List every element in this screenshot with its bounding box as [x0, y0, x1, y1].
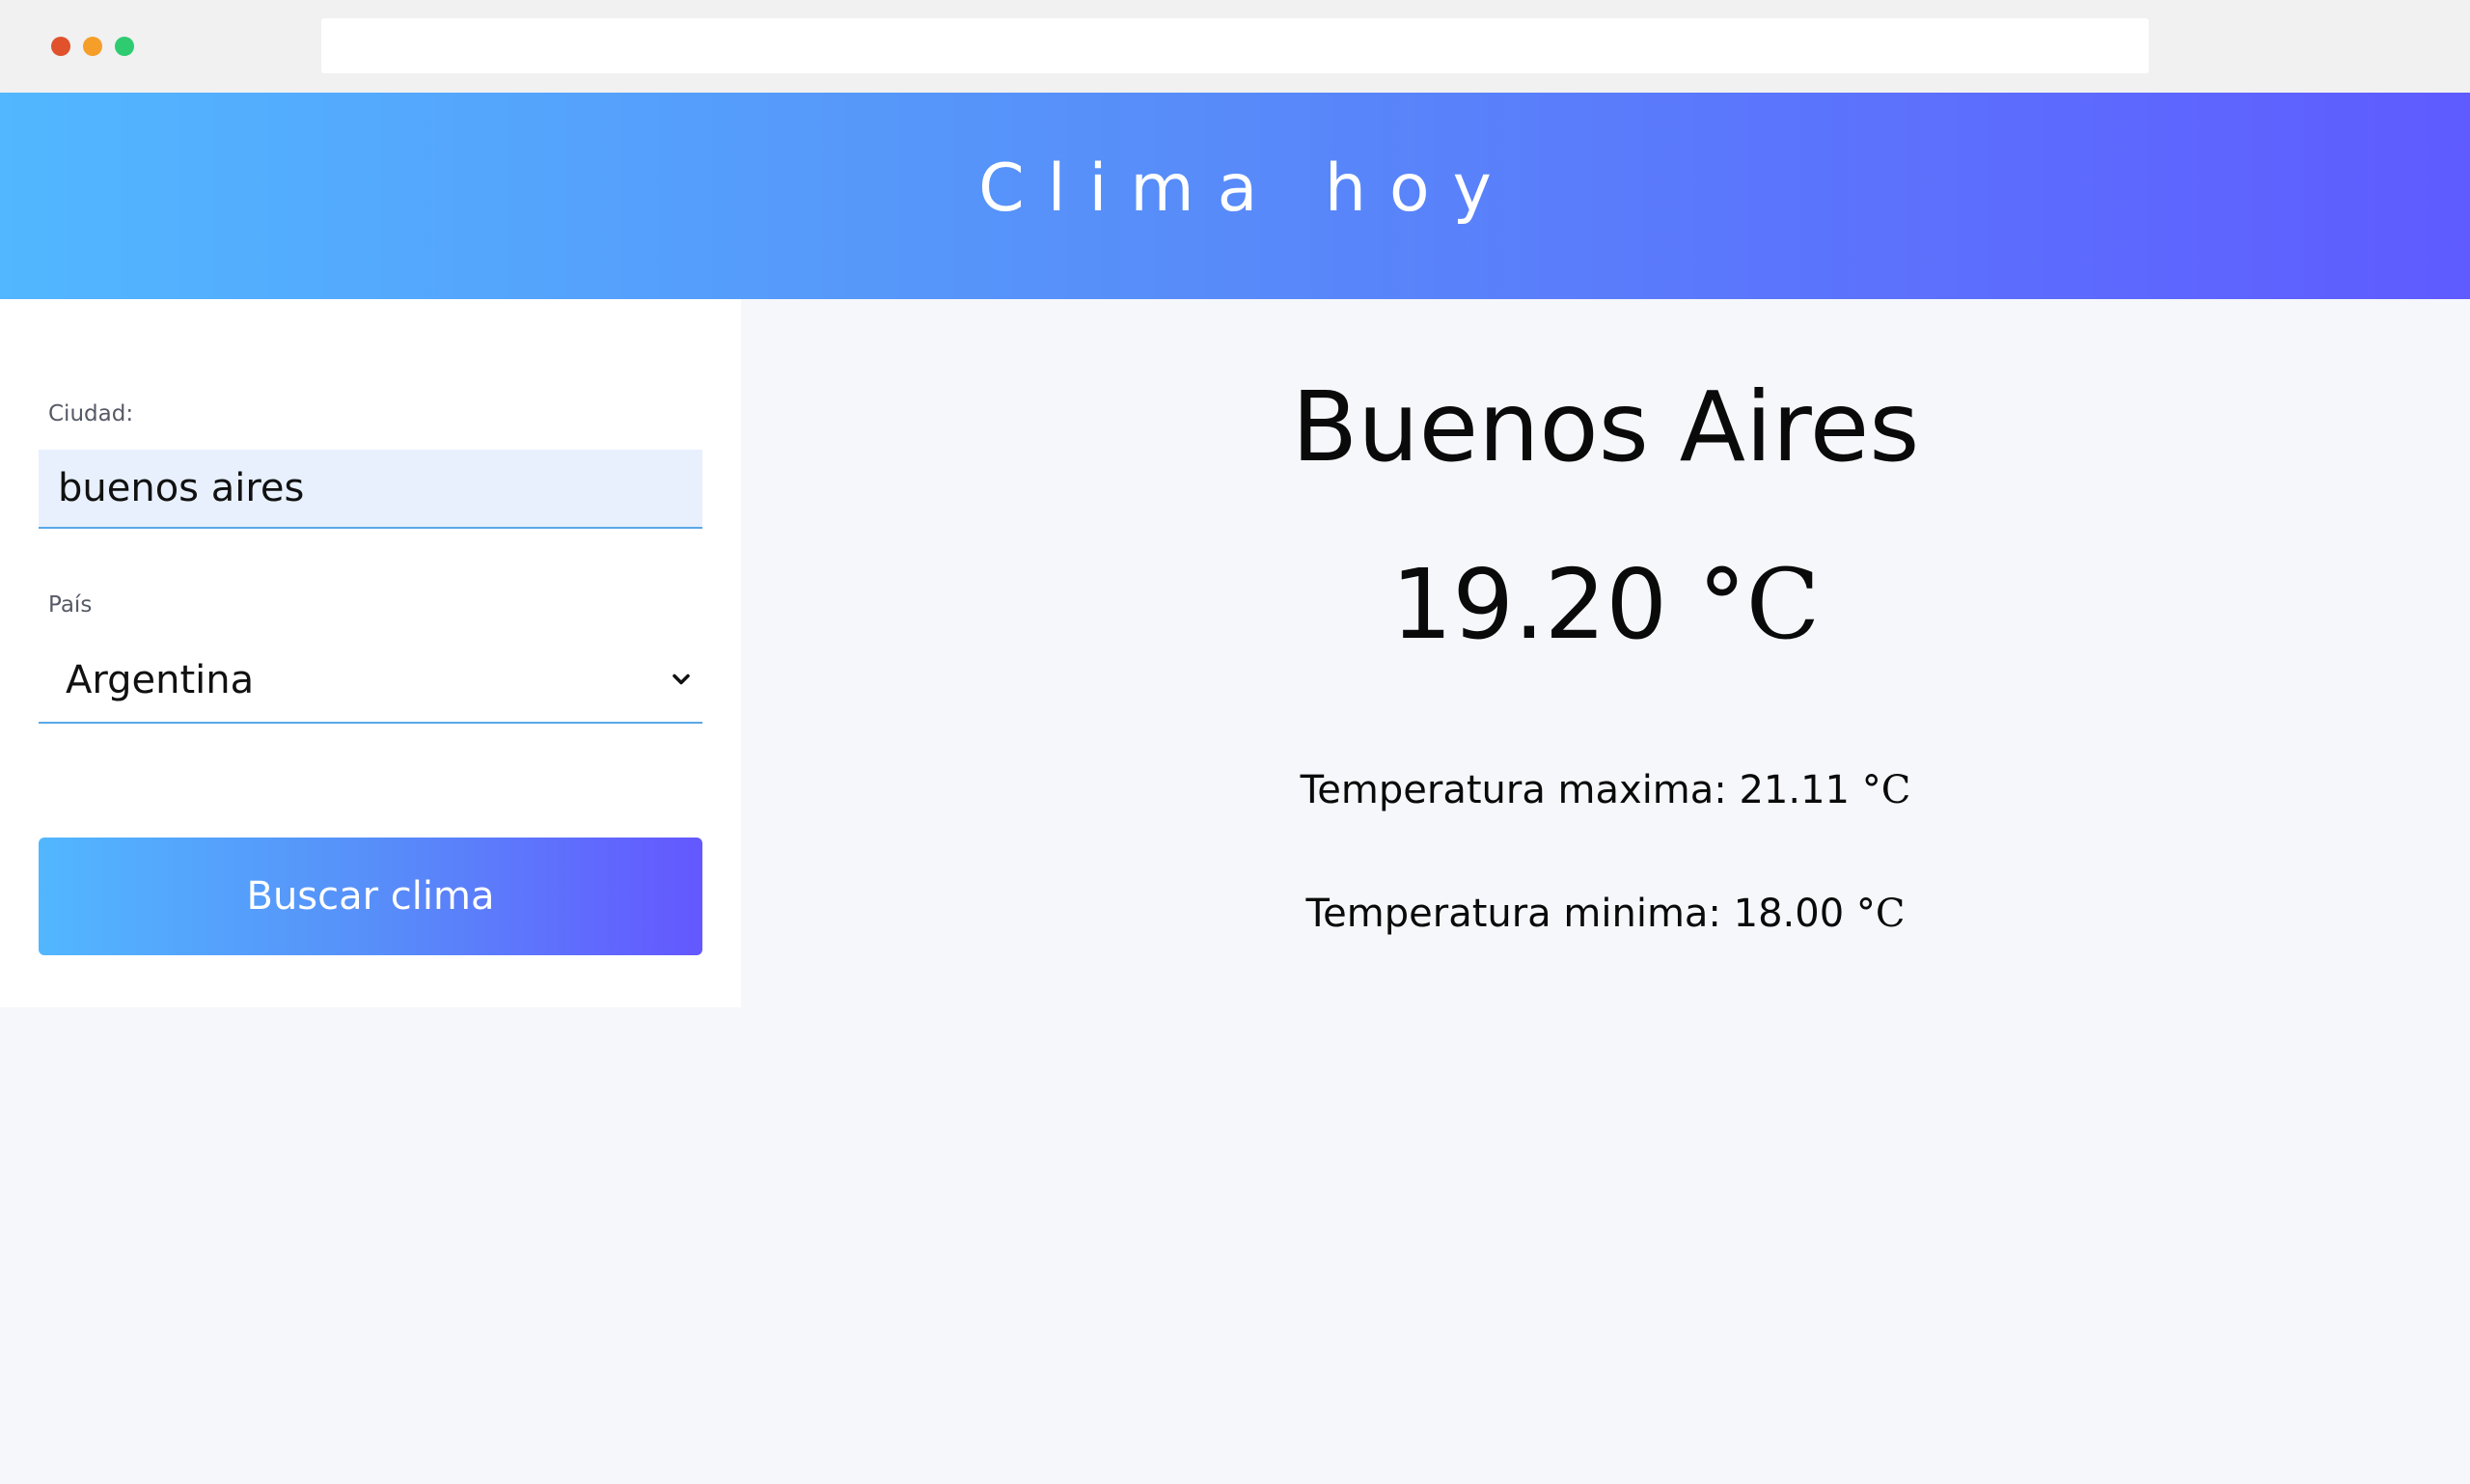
temperature-unit: °C: [1697, 548, 1821, 661]
min-temperature-label: Temperatura minima:: [1305, 892, 1721, 936]
min-temperature-value: 18.00: [1733, 892, 1845, 936]
current-temperature: 19.20 °C: [741, 548, 2470, 661]
city-input[interactable]: [39, 450, 702, 529]
temperature-unit: °C: [1855, 892, 1906, 936]
browser-chrome: [0, 0, 2470, 93]
search-weather-button[interactable]: Buscar clima: [39, 838, 702, 955]
country-selected-value: Argentina: [66, 658, 255, 702]
max-temperature-value: 21.11: [1739, 768, 1850, 812]
current-temperature-value: 19.20: [1390, 548, 1667, 661]
temperature-unit: °C: [1861, 768, 1911, 812]
window-maximize-dot[interactable]: [115, 37, 134, 56]
max-temperature: Temperatura maxima: 21.11 °C: [741, 768, 2470, 812]
max-temperature-label: Temperatura maxima:: [1300, 768, 1727, 812]
window-close-dot[interactable]: [51, 37, 70, 56]
window-minimize-dot[interactable]: [83, 37, 102, 56]
city-label: Ciudad:: [48, 401, 134, 426]
country-label: País: [48, 592, 93, 618]
result-city-name: Buenos Aires: [1291, 371, 1920, 483]
search-form-panel: Ciudad: País Argentina Buscar clima: [0, 299, 741, 1007]
app-title: Clima hoy: [978, 151, 1515, 227]
country-select[interactable]: Argentina: [39, 643, 702, 724]
chevron-down-icon: [672, 673, 690, 685]
address-bar[interactable]: [321, 18, 2149, 73]
min-temperature: Temperatura minima: 18.00 °C: [741, 892, 2470, 936]
app-header: Clima hoy: [0, 93, 2470, 299]
